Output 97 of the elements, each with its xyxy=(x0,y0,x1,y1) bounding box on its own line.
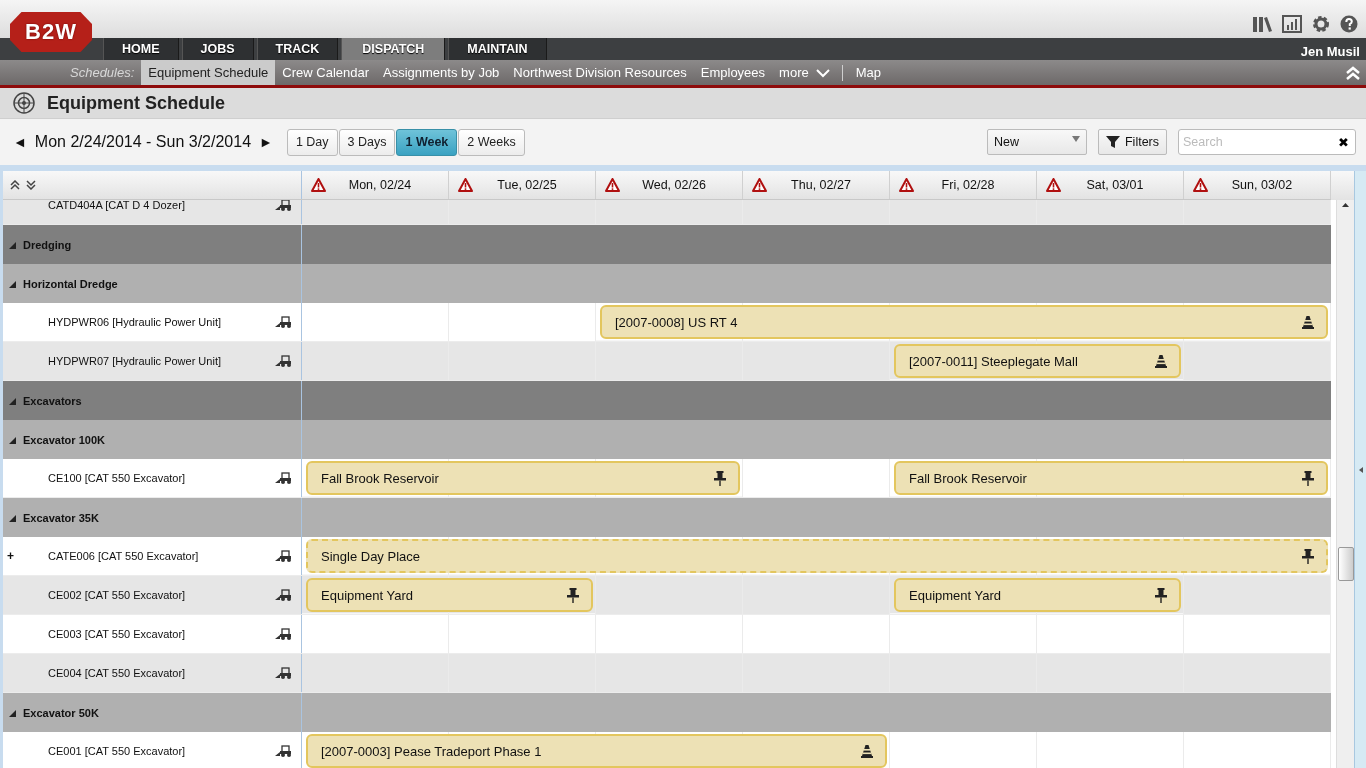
funnel-icon xyxy=(1105,135,1120,149)
cone-icon xyxy=(1155,354,1167,368)
day-label: Mon, 02/24 xyxy=(347,178,413,192)
group-label: Excavator 50K xyxy=(23,706,99,719)
booking-bar[interactable]: Equipment Yard xyxy=(306,578,593,612)
status-dropdown[interactable]: New xyxy=(986,129,1087,155)
nav-tab[interactable]: MAINTAIN xyxy=(448,38,547,60)
equipment-label: HYDPWR07 [Hydraulic Power Unit] xyxy=(48,355,222,367)
page-title: Equipment Schedule xyxy=(47,92,226,114)
expanded-icon[interactable] xyxy=(9,436,16,444)
loader-icon xyxy=(275,200,292,211)
day-label: Wed, 02/26 xyxy=(641,178,707,192)
subnav-link[interactable]: Assignments by Job xyxy=(376,60,507,85)
equipment-label: CE001 [CAT 550 Excavator] xyxy=(48,745,187,757)
pushpin-icon xyxy=(1302,470,1314,486)
equipment-label: CE003 [CAT 550 Excavator] xyxy=(48,628,187,640)
view-button[interactable]: 2 Weeks xyxy=(458,128,525,156)
day-label: Thu, 02/27 xyxy=(790,178,852,192)
collapse-panel-icon[interactable] xyxy=(1358,466,1363,473)
day-label: Sat, 03/01 xyxy=(1085,178,1145,192)
nav-tab[interactable]: HOME xyxy=(103,38,179,60)
group-label: Excavator 35K xyxy=(23,511,99,524)
user-name[interactable]: Jen Musil xyxy=(1300,44,1366,60)
equipment-label: CE002 [CAT 550 Excavator] xyxy=(48,589,187,601)
target-icon xyxy=(13,92,35,114)
view-button[interactable]: 3 Days xyxy=(338,128,396,156)
booking-bar[interactable]: Fall Brook Reservoir xyxy=(306,461,740,495)
booking-bar[interactable]: Equipment Yard xyxy=(894,578,1181,612)
expanded-icon[interactable] xyxy=(9,241,16,249)
equipment-label: CE004 [CAT 550 Excavator] xyxy=(48,667,187,679)
subnav-link[interactable]: Northwest Division Resources xyxy=(506,60,694,85)
cone-icon xyxy=(861,744,873,758)
booking-bar[interactable]: [2007-0008] US RT 4 xyxy=(600,305,1328,339)
loader-icon xyxy=(275,550,292,562)
previous-button[interactable]: ◄ xyxy=(13,134,27,150)
loader-icon xyxy=(275,628,292,640)
day-label: Fri, 02/28 xyxy=(940,178,996,192)
pushpin-icon xyxy=(567,587,579,603)
category-label: Dredging xyxy=(23,238,72,251)
settings-icon[interactable] xyxy=(1312,15,1330,33)
loader-icon xyxy=(275,589,292,601)
booking-bar[interactable]: [2007-0003] Pease Tradeport Phase 1 xyxy=(306,734,887,768)
pushpin-icon xyxy=(714,470,726,486)
expanded-icon[interactable] xyxy=(9,397,16,405)
collapse-all-icon[interactable] xyxy=(26,180,36,190)
group-label: Horizontal Dredge xyxy=(23,277,118,290)
pushpin-icon xyxy=(1302,548,1314,564)
subnav-link[interactable]: Crew Calendar xyxy=(275,60,376,85)
booking-bar[interactable]: Single Day Place xyxy=(306,539,1328,573)
subnav-link[interactable]: Map xyxy=(848,60,888,85)
day-label: Sun, 03/02 xyxy=(1230,178,1294,192)
scroll-up-icon xyxy=(1342,203,1350,207)
expanded-icon[interactable] xyxy=(9,514,16,522)
schedules-label: Schedules: xyxy=(70,64,136,82)
booking-bar[interactable]: [2007-0011] Steeplegate Mall xyxy=(894,344,1181,378)
expanded-icon[interactable] xyxy=(9,709,16,717)
pushpin-icon xyxy=(1155,587,1167,603)
chart-icon[interactable] xyxy=(1282,15,1302,33)
nav-tab[interactable]: JOBS xyxy=(181,38,254,60)
help-icon[interactable] xyxy=(1340,15,1358,33)
equipment-label: CE100 [CAT 550 Excavator] xyxy=(48,472,187,484)
group-label: Excavator 100K xyxy=(23,433,105,446)
view-button[interactable]: 1 Week xyxy=(396,128,458,156)
loader-icon xyxy=(275,316,292,328)
scrollbar[interactable] xyxy=(1336,200,1354,768)
cone-icon xyxy=(1302,315,1314,329)
search-field[interactable]: Search ✖ xyxy=(1178,129,1356,155)
loader-icon xyxy=(275,355,292,367)
booking-bar[interactable]: Fall Brook Reservoir xyxy=(894,461,1328,495)
scroll-thumb[interactable] xyxy=(1338,547,1355,581)
equipment-label: CATE006 [CAT 550 Excavator] xyxy=(48,550,200,562)
equipment-label: CATD404A [CAT D 4 Dozer] xyxy=(48,200,186,211)
filters-button[interactable]: Filters xyxy=(1097,129,1167,155)
more-menu[interactable]: more xyxy=(772,60,816,85)
expand-marker[interactable]: + xyxy=(3,549,48,563)
view-button[interactable]: 1 Day xyxy=(286,128,338,156)
nav-tab[interactable]: DISPATCH xyxy=(341,38,446,60)
next-button[interactable]: ► xyxy=(259,134,273,150)
caret-icon xyxy=(1071,136,1080,142)
chevron-down-icon[interactable] xyxy=(815,67,830,78)
nav-tab[interactable]: TRACK xyxy=(256,38,339,60)
subnav-link[interactable]: Employees xyxy=(693,60,773,85)
subnav-link[interactable]: Equipment Schedule xyxy=(141,60,276,85)
header-corner xyxy=(1331,171,1354,200)
day-label: Tue, 02/25 xyxy=(496,178,558,192)
collapse-icon[interactable] xyxy=(1346,65,1360,80)
loader-icon xyxy=(275,472,292,484)
logo[interactable]: B2W xyxy=(10,12,92,52)
equipment-label: HYDPWR06 [Hydraulic Power Unit] xyxy=(48,316,222,328)
date-range: Mon 2/24/2014 - Sun 3/2/2014 xyxy=(33,133,253,151)
expanded-icon[interactable] xyxy=(9,280,16,288)
library-icon[interactable] xyxy=(1252,15,1272,33)
expand-all-icon[interactable] xyxy=(10,180,20,190)
clear-button[interactable]: ✖ xyxy=(1338,134,1349,150)
loader-icon xyxy=(275,745,292,757)
loader-icon xyxy=(275,667,292,679)
category-label: Excavators xyxy=(23,394,82,407)
